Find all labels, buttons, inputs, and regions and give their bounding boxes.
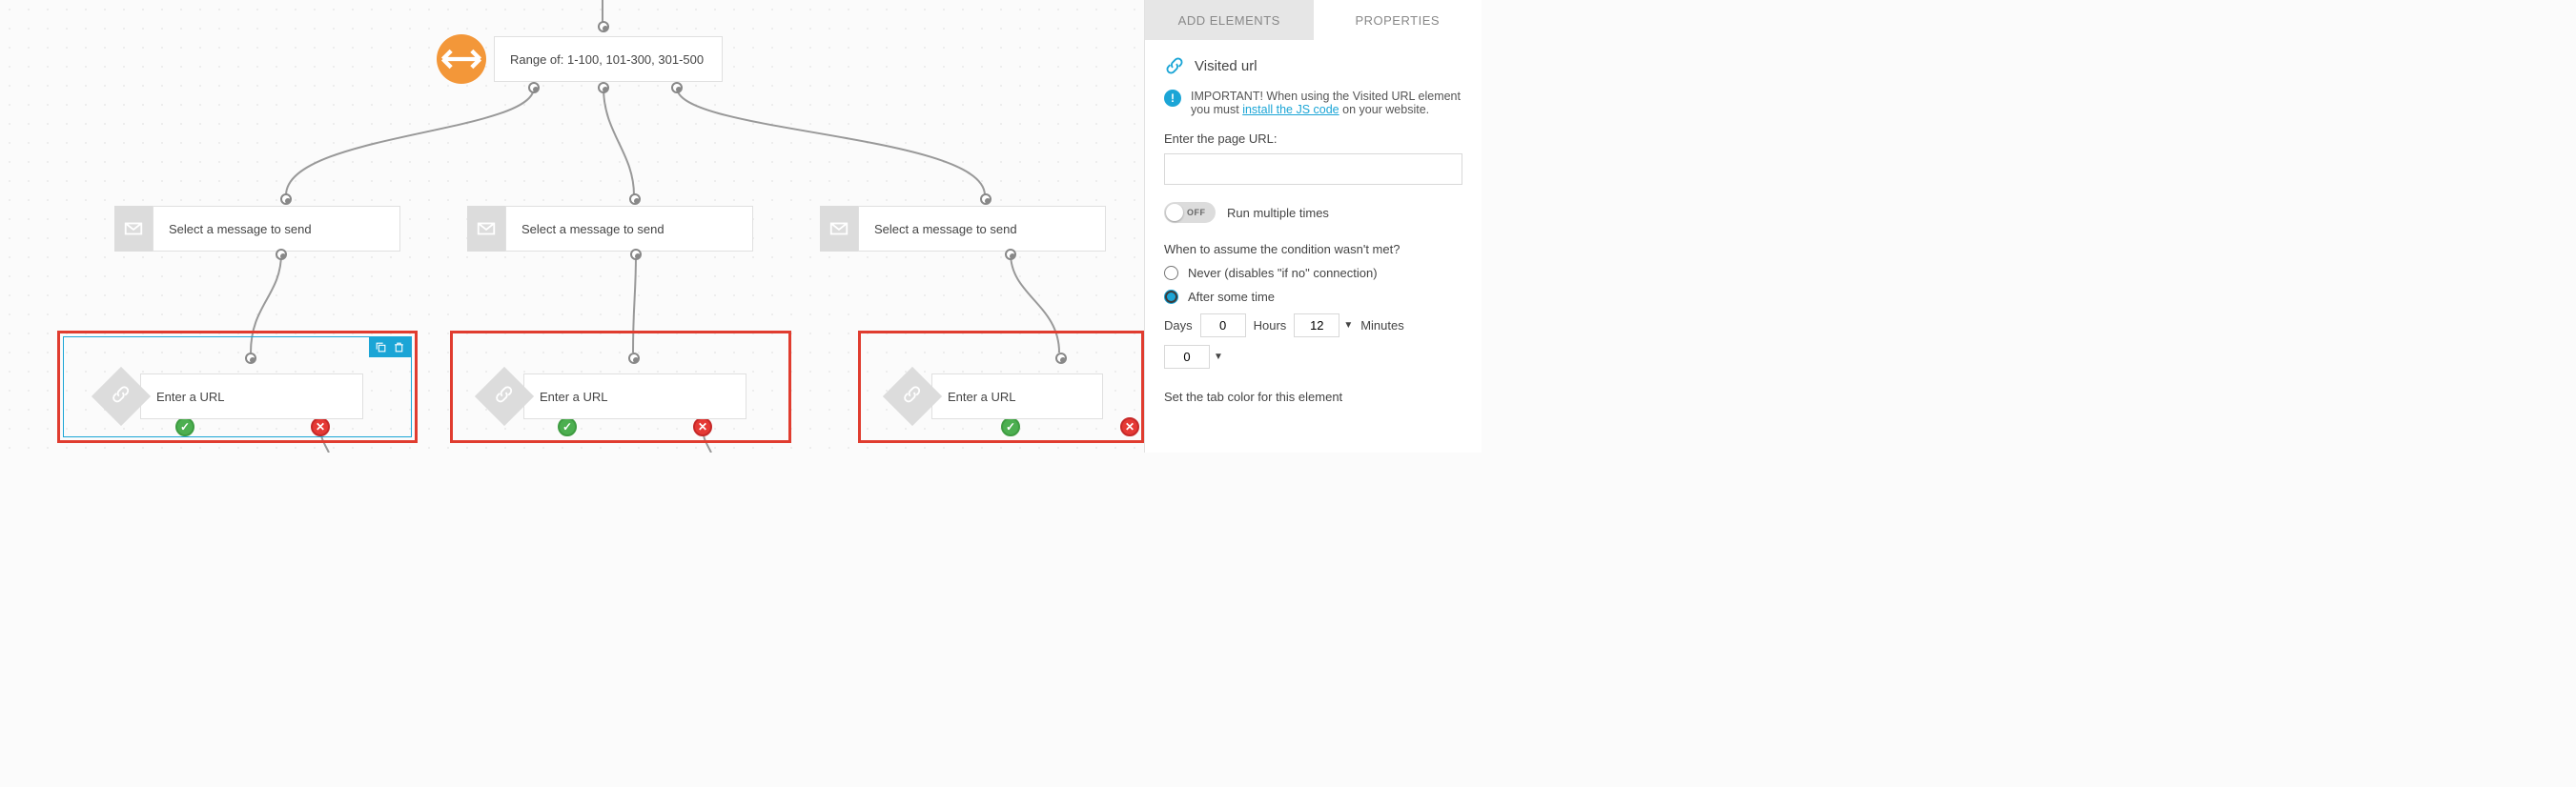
port[interactable] bbox=[630, 249, 642, 260]
port[interactable] bbox=[598, 82, 609, 93]
workflow-canvas[interactable]: Range of: 1-100, 101-300, 301-500 Select… bbox=[0, 0, 1144, 453]
port[interactable] bbox=[245, 353, 256, 364]
minutes-select[interactable] bbox=[1164, 345, 1210, 369]
properties-sidebar: ADD ELEMENTS PROPERTIES Visited url ! IM… bbox=[1144, 0, 1482, 453]
x-icon[interactable]: ✕ bbox=[693, 417, 712, 436]
mail-icon bbox=[114, 206, 153, 252]
range-node[interactable]: Range of: 1-100, 101-300, 301-500 bbox=[437, 34, 723, 84]
install-js-link[interactable]: install the JS code bbox=[1242, 103, 1339, 116]
check-icon[interactable]: ✓ bbox=[1001, 417, 1020, 436]
port[interactable] bbox=[528, 82, 540, 93]
days-input[interactable] bbox=[1200, 313, 1246, 337]
message-node[interactable]: Select a message to send bbox=[114, 206, 400, 252]
panel-title-text: Visited url bbox=[1195, 58, 1257, 74]
url-label: Enter a URL bbox=[931, 373, 1103, 419]
check-icon[interactable]: ✓ bbox=[175, 417, 194, 436]
notice-text: on your website. bbox=[1339, 103, 1430, 116]
message-label: Select a message to send bbox=[858, 206, 1106, 252]
link-icon bbox=[1164, 55, 1185, 76]
port[interactable] bbox=[1005, 249, 1016, 260]
x-icon[interactable]: ✕ bbox=[1120, 417, 1139, 436]
radio-never-label: Never (disables "if no" connection) bbox=[1188, 266, 1378, 280]
mail-icon bbox=[820, 206, 858, 252]
message-label: Select a message to send bbox=[505, 206, 753, 252]
range-label: Range of: 1-100, 101-300, 301-500 bbox=[494, 36, 723, 82]
url-node[interactable]: Enter a URL bbox=[450, 331, 791, 443]
toggle-label: Run multiple times bbox=[1227, 206, 1329, 220]
hours-label: Hours bbox=[1254, 318, 1287, 333]
url-label: Enter a URL bbox=[140, 373, 363, 419]
tab-color-label: Set the tab color for this element bbox=[1164, 390, 1462, 404]
port[interactable] bbox=[628, 353, 640, 364]
node-toolbar bbox=[369, 337, 411, 357]
chevron-down-icon: ▼ bbox=[1214, 352, 1223, 362]
copy-icon[interactable] bbox=[375, 341, 387, 353]
minutes-label: Minutes bbox=[1360, 318, 1404, 333]
url-label: Enter a URL bbox=[523, 373, 746, 419]
message-label: Select a message to send bbox=[153, 206, 400, 252]
radio-after-label: After some time bbox=[1188, 290, 1275, 304]
check-icon[interactable]: ✓ bbox=[558, 417, 577, 436]
port[interactable] bbox=[671, 82, 683, 93]
trash-icon[interactable] bbox=[393, 341, 405, 353]
tab-properties[interactable]: PROPERTIES bbox=[1314, 0, 1482, 40]
radio-after-input[interactable] bbox=[1164, 290, 1178, 304]
x-icon[interactable]: ✕ bbox=[311, 417, 330, 436]
toggle-state: OFF bbox=[1187, 208, 1206, 217]
url-node-selected[interactable]: Enter a URL bbox=[57, 331, 418, 443]
page-url-input[interactable] bbox=[1164, 153, 1462, 185]
run-multiple-toggle[interactable]: OFF bbox=[1164, 202, 1216, 223]
important-notice: ! IMPORTANT! When using the Visited URL … bbox=[1164, 90, 1462, 116]
condition-question: When to assume the condition wasn't met? bbox=[1164, 242, 1462, 256]
time-row: Days Hours ▼ Minutes ▼ bbox=[1164, 313, 1462, 369]
port[interactable] bbox=[280, 193, 292, 205]
radio-never[interactable]: Never (disables "if no" connection) bbox=[1164, 266, 1462, 280]
message-node[interactable]: Select a message to send bbox=[820, 206, 1106, 252]
range-icon bbox=[437, 34, 486, 84]
radio-never-input[interactable] bbox=[1164, 266, 1178, 280]
url-field-label: Enter the page URL: bbox=[1164, 131, 1462, 146]
days-label: Days bbox=[1164, 318, 1193, 333]
port[interactable] bbox=[598, 21, 609, 32]
port[interactable] bbox=[980, 193, 992, 205]
sidebar-tabs: ADD ELEMENTS PROPERTIES bbox=[1145, 0, 1482, 40]
mail-icon bbox=[467, 206, 505, 252]
radio-after[interactable]: After some time bbox=[1164, 290, 1462, 304]
hours-select[interactable] bbox=[1294, 313, 1339, 337]
panel-title: Visited url bbox=[1164, 55, 1462, 76]
message-node[interactable]: Select a message to send bbox=[467, 206, 753, 252]
tab-add-elements[interactable]: ADD ELEMENTS bbox=[1145, 0, 1314, 40]
chevron-down-icon: ▼ bbox=[1343, 320, 1353, 331]
port[interactable] bbox=[1055, 353, 1067, 364]
port[interactable] bbox=[276, 249, 287, 260]
port[interactable] bbox=[629, 193, 641, 205]
info-icon: ! bbox=[1164, 90, 1181, 107]
